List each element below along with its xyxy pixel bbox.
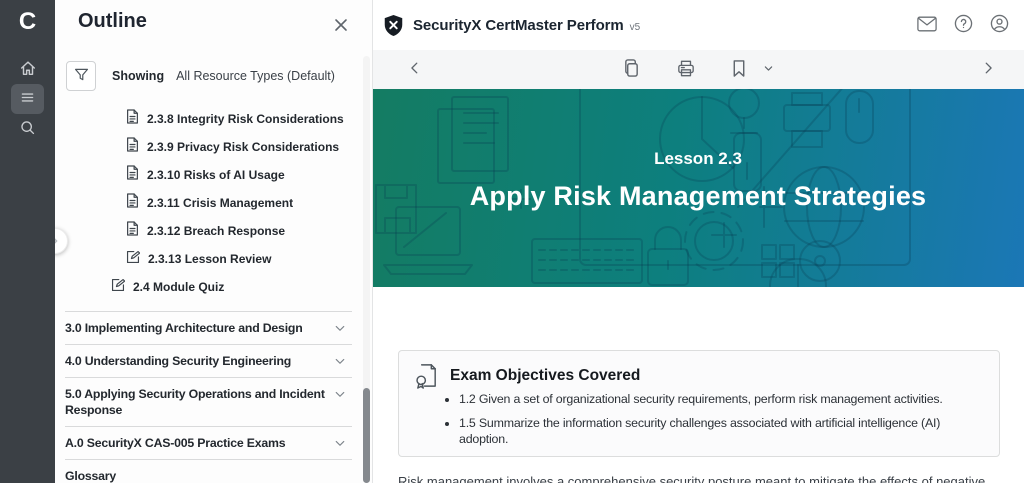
outline-scrollbar-thumb[interactable]: [363, 388, 370, 483]
lesson-intro-paragraph: Risk management involves a comprehensive…: [398, 473, 1002, 483]
home-icon-button[interactable]: [11, 54, 44, 84]
exam-objectives-list: 1.2 Given a set of organizational securi…: [399, 391, 999, 455]
bookmark-menu-button[interactable]: [753, 50, 783, 89]
lesson-number-label: Lesson 2.3: [372, 149, 1024, 169]
outline-item[interactable]: 2.3.13 Lesson Review: [55, 245, 362, 273]
close-icon: [333, 17, 349, 36]
exam-objective-item: 1.5 Summarize the information security c…: [459, 415, 989, 447]
previous-page-button[interactable]: [400, 50, 430, 89]
shield-x-logo-icon: [383, 14, 404, 37]
chevron-down-icon: [763, 62, 774, 77]
app-header: SecurityX CertMaster Perform v5: [372, 0, 1024, 51]
filter-funnel-icon: [73, 66, 90, 86]
filter-showing-label: Showing: [112, 69, 164, 83]
print-button[interactable]: [671, 50, 701, 89]
filter-value[interactable]: All Resource Types (Default): [176, 69, 335, 83]
outline-item[interactable]: 2.4 Module Quiz: [55, 273, 362, 301]
next-page-button[interactable]: [973, 50, 1003, 89]
app-window: C Outline Showing All Resource Types (De…: [0, 0, 1024, 483]
chevron-down-icon: [334, 436, 346, 454]
app-rail: C: [0, 0, 55, 483]
search-icon-button[interactable]: [11, 114, 44, 144]
document-icon: [126, 137, 139, 157]
bookmark-icon: [732, 60, 746, 80]
outline-item[interactable]: 2.3.10 Risks of AI Usage: [55, 161, 362, 189]
outline-item[interactable]: 2.3.12 Breach Response: [55, 217, 362, 245]
outline-menu-button[interactable]: [11, 84, 44, 114]
outline-item[interactable]: 2.3.11 Crisis Management: [55, 189, 362, 217]
outline-item[interactable]: 2.3.9 Privacy Risk Considerations: [55, 133, 362, 161]
help-button[interactable]: [952, 14, 974, 36]
lesson-banner: Lesson 2.3 Apply Risk Management Strateg…: [372, 89, 1024, 287]
outline-title: Outline: [78, 10, 147, 33]
document-icon: [126, 193, 139, 213]
account-button[interactable]: [988, 14, 1010, 36]
back-chevron-icon: [408, 61, 422, 78]
search-icon: [19, 119, 36, 139]
product-title: SecurityX CertMaster Perform: [413, 17, 624, 34]
account-icon: [990, 14, 1009, 36]
mail-icon: [917, 16, 937, 35]
copy-pages-icon: [623, 59, 640, 80]
chevron-down-icon: [334, 387, 346, 405]
outline-list-icon: [19, 89, 36, 109]
certificate-document-icon: [413, 362, 440, 389]
outline-section-row[interactable]: 4.0 Understanding Security Engineering: [65, 345, 352, 378]
outline-section-list: 3.0 Implementing Architecture and Design…: [65, 311, 352, 483]
pencil-square-icon: [111, 278, 125, 297]
bookmark-button[interactable]: [724, 50, 754, 89]
lesson-toolbar: [372, 50, 1024, 89]
product-version: v5: [630, 22, 641, 33]
copy-button[interactable]: [616, 50, 646, 89]
close-outline-button[interactable]: [331, 16, 351, 36]
outline-item[interactable]: 2.3.8 Integrity Risk Considerations: [55, 105, 362, 133]
exam-objectives-header: Exam Objectives Covered: [413, 362, 640, 389]
home-icon: [19, 59, 37, 80]
outline-section-row[interactable]: A.0 SecurityX CAS-005 Practice Exams: [65, 427, 352, 460]
outline-section-row[interactable]: 5.0 Applying Security Operations and Inc…: [65, 378, 352, 427]
document-icon: [126, 109, 139, 129]
exam-objectives-title: Exam Objectives Covered: [450, 367, 640, 385]
mail-button[interactable]: [916, 14, 938, 36]
main-content: SecurityX CertMaster Perform v5: [372, 0, 1024, 483]
filter-row: Showing All Resource Types (Default): [66, 60, 335, 92]
document-icon: [126, 221, 139, 241]
exam-objectives-box: Exam Objectives Covered 1.2 Given a set …: [398, 350, 1000, 457]
print-icon: [677, 60, 695, 80]
header-actions: [916, 0, 1010, 50]
lesson-title: Apply Risk Management Strategies: [372, 181, 1024, 212]
outline-section-row[interactable]: 3.0 Implementing Architecture and Design: [65, 311, 352, 345]
help-icon: [954, 14, 973, 36]
outline-section-row[interactable]: Glossary: [65, 460, 352, 483]
chevron-down-icon: [334, 354, 346, 372]
filter-button[interactable]: [66, 61, 96, 91]
outline-panel: Outline Showing All Resource Types (Defa…: [55, 0, 373, 483]
exam-objective-item: 1.2 Given a set of organizational securi…: [459, 391, 989, 407]
pencil-square-icon: [126, 250, 140, 269]
forward-chevron-icon: [981, 61, 995, 78]
chevron-down-icon: [334, 321, 346, 339]
app-logo[interactable]: C: [0, 8, 55, 36]
outline-item-list: 2.3.8 Integrity Risk Considerations 2.3.…: [55, 105, 362, 301]
document-icon: [126, 165, 139, 185]
brand: SecurityX CertMaster Perform v5: [383, 0, 640, 50]
